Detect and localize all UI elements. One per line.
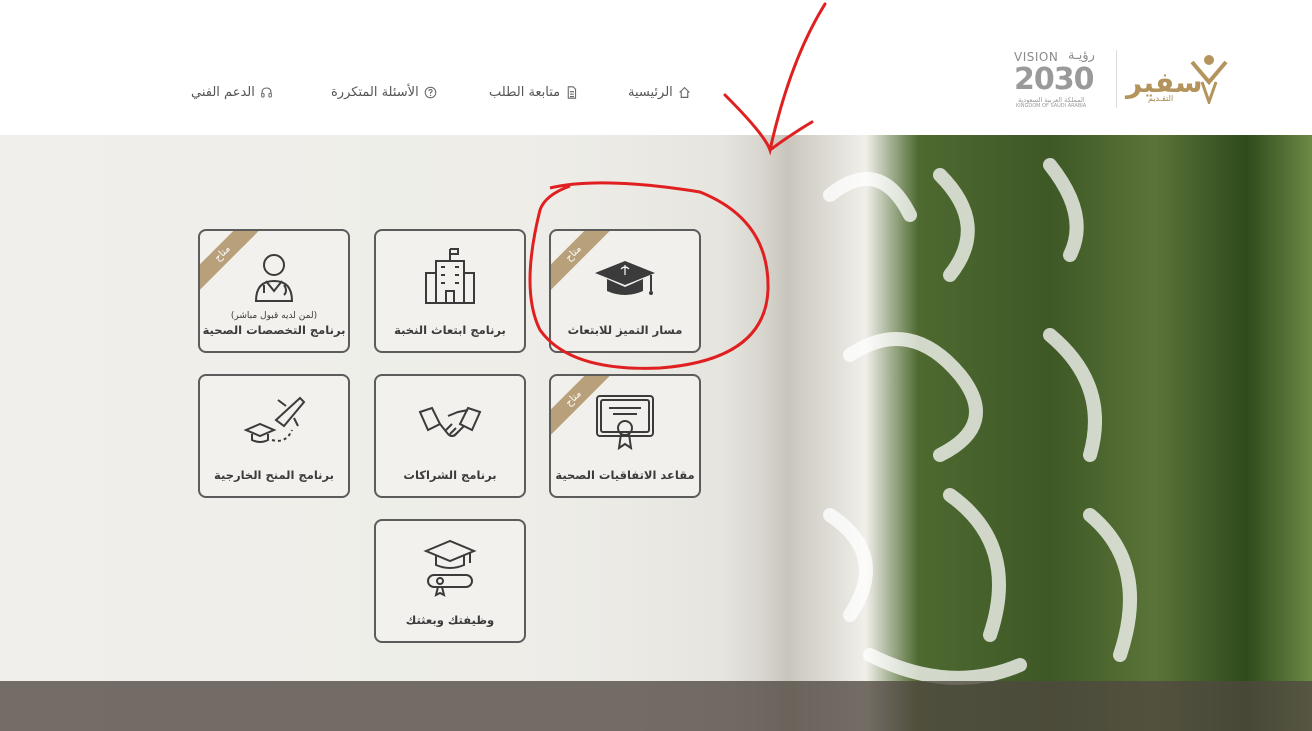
diploma-icon — [423, 539, 477, 597]
nav-home[interactable]: الرئيسية — [628, 82, 691, 102]
nav-support-label: الدعم الفني — [191, 84, 255, 100]
card-health-agreements[interactable]: متاح مقاعد الاتفاقيات الصحية — [549, 374, 701, 498]
graduation-cap-icon — [595, 261, 655, 295]
card-label: برنامج المنح الخارجية — [214, 468, 334, 482]
safeer-logo[interactable]: سفير التقـديم — [1126, 48, 1232, 110]
nav-track-label: متابعة الطلب — [489, 84, 561, 100]
home-icon — [679, 86, 690, 98]
card-label: برنامج التخصصات الصحية — [202, 323, 346, 337]
logo-divider — [1116, 50, 1117, 108]
card-external-grants[interactable]: برنامج المنح الخارجية — [198, 374, 350, 498]
card-label: برنامج ابتعاث النخبة — [394, 323, 506, 337]
headset-icon — [260, 87, 272, 97]
doctor-icon — [254, 254, 294, 302]
nav-faq-label: الأسئلة المتكررة — [331, 84, 419, 100]
safeer-sub: التقـديم — [1148, 94, 1174, 103]
card-health-specialties[interactable]: متاح (لمن لديه قبول مباشر) برنامج التخصص… — [198, 229, 350, 353]
hero-bottom-bar — [0, 681, 1312, 731]
question-icon — [424, 86, 437, 98]
vision-ar: رؤيـة — [1068, 48, 1095, 63]
nav-support[interactable]: الدعم الفني — [191, 82, 273, 102]
building-icon — [425, 248, 475, 304]
card-sublabel: (لمن لديه قبول مباشر) — [230, 311, 318, 321]
card-label: مسار التميز للابتعاث — [567, 323, 683, 337]
nav-faq[interactable]: الأسئلة المتكررة — [331, 82, 437, 102]
certificate-icon — [596, 395, 654, 451]
card-partnerships[interactable]: برنامج الشراكات — [374, 374, 526, 498]
nav-track-request[interactable]: متابعة الطلب — [489, 82, 578, 102]
flag-pattern — [823, 158, 1137, 685]
card-label: وظيفتك وبعثتك — [405, 613, 495, 627]
card-job-and-scholarship[interactable]: وظيفتك وبعثتك — [374, 519, 526, 643]
plane-icon — [243, 396, 306, 443]
vision-sub-en: KINGDOM OF SAUDI ARABIA — [1016, 103, 1087, 109]
card-elite-scholarship[interactable]: برنامج ابتعاث النخبة — [374, 229, 526, 353]
nav-home-label: الرئيسية — [628, 84, 673, 100]
document-icon — [567, 85, 577, 99]
vision-number: 2030 — [1014, 62, 1094, 97]
safeer-emblem-icon — [1190, 55, 1228, 104]
site-header: الرئيسية متابعة الطلب الأسئلة المتكررة ا… — [0, 0, 1312, 135]
card-label: برنامج الشراكات — [403, 468, 497, 482]
vision-2030-logo: VISION رؤيـة 2030 المملكة العربية السعود… — [1014, 48, 1106, 110]
card-excellence-track[interactable]: متاح مسار التميز للابتعاث — [549, 229, 701, 353]
card-label: مقاعد الاتفاقيات الصحية — [555, 468, 695, 482]
handshake-icon — [418, 406, 482, 437]
